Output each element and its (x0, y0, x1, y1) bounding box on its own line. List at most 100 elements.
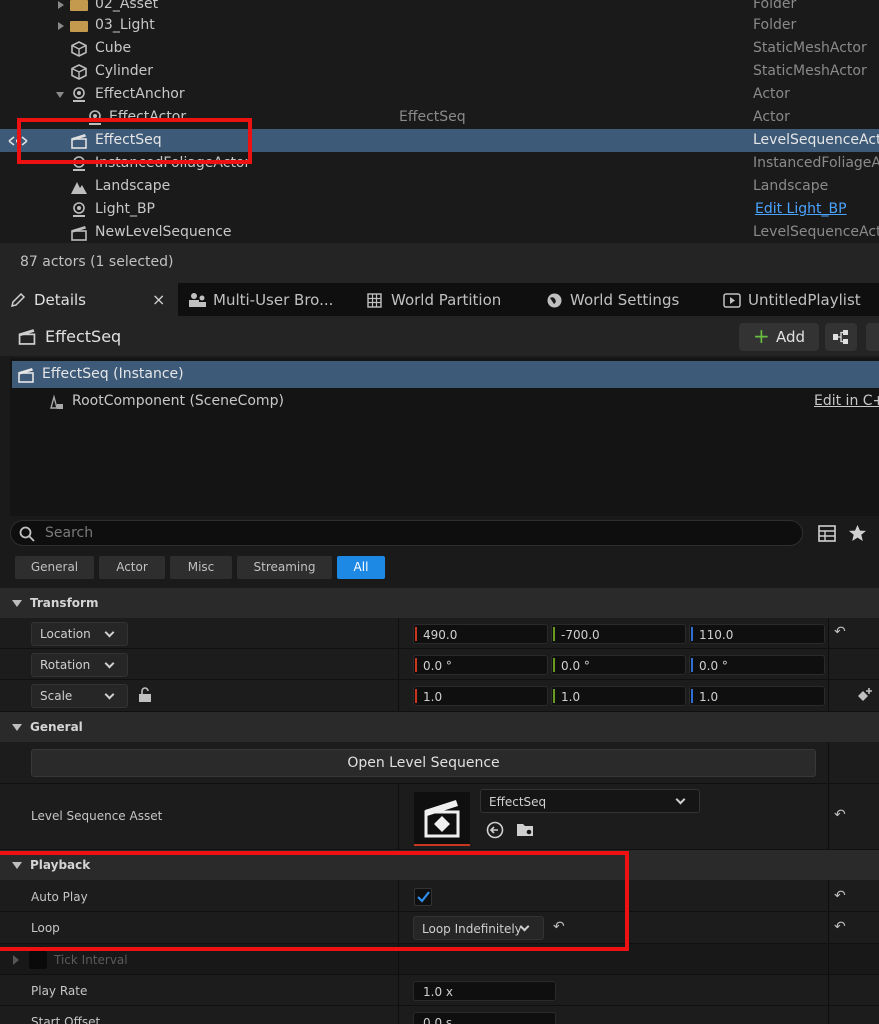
tab-label: Multi-User Bro... (213, 291, 334, 309)
plus-icon: + (753, 324, 770, 348)
reset-to-default-icon[interactable]: ↶ (834, 807, 846, 823)
rotation-row: Rotation 0.0 ° 0.0 ° 0.0 ° (0, 649, 879, 680)
expand-arrow-icon[interactable] (58, 22, 64, 30)
add-component-button[interactable]: + Add (739, 323, 819, 351)
dropdown-value: Scale (40, 689, 73, 703)
start-offset-row: Start Offset 0.0 s (0, 1006, 879, 1024)
outliner-row-landscape[interactable]: Landscape Landscape (0, 175, 879, 198)
grid-icon (367, 293, 382, 308)
scale-x-field[interactable]: 1.0 (413, 686, 548, 706)
playlist-icon (723, 293, 741, 308)
property-label: Play Rate (31, 984, 88, 998)
filter-all-button[interactable]: All (337, 556, 385, 579)
filter-actor-button[interactable]: Actor (99, 556, 165, 579)
collapse-arrow-icon (12, 600, 22, 607)
rotation-z-field[interactable]: 0.0 ° (689, 655, 825, 675)
details-search-input[interactable]: Search (10, 520, 803, 546)
general-section-header[interactable]: General (0, 712, 879, 742)
use-selected-icon[interactable] (486, 821, 504, 839)
expand-arrow-icon[interactable] (13, 955, 19, 965)
tick-interval-checkbox[interactable] (29, 951, 47, 969)
location-z-field[interactable]: 110.0 (689, 624, 825, 644)
outliner-item-attach-parent: EffectSeq (399, 109, 466, 125)
location-mode-dropdown[interactable]: Location (31, 622, 128, 646)
details-actor-header: EffectSeq + Add (0, 316, 879, 356)
scale-z-field[interactable]: 1.0 (689, 686, 825, 706)
dropdown-value: EffectSeq (489, 795, 547, 809)
browse-folder-icon[interactable] (516, 821, 536, 839)
scale-mode-dropdown[interactable]: Scale (31, 684, 128, 708)
location-y-field[interactable]: -700.0 (551, 624, 686, 644)
asset-picker-dropdown[interactable]: EffectSeq (480, 789, 700, 813)
scale-y-field[interactable]: 1.0 (551, 686, 686, 706)
collapse-arrow-icon (12, 724, 22, 731)
tab-untitled-playlist[interactable]: UntitledPlaylist (720, 283, 879, 316)
outliner-item-label: Cube (95, 40, 132, 56)
location-x-field[interactable]: 490.0 (413, 624, 548, 644)
blueprint-convert-button[interactable] (825, 323, 857, 351)
outliner-item-type: LevelSequenceActor (753, 224, 879, 240)
outliner-item-type: Actor (753, 86, 790, 102)
chevron-down-icon (104, 689, 115, 700)
level-sequence-asset-row: Level Sequence Asset EffectSeq ↶ (0, 784, 879, 850)
tab-details[interactable]: Details × (0, 283, 178, 316)
component-row-instance[interactable]: EffectSeq (Instance) (12, 361, 879, 388)
outliner-row-cylinder[interactable]: Cylinder StaticMeshActor (0, 60, 879, 83)
outliner-item-type: Landscape (753, 178, 829, 194)
collapse-arrow-icon[interactable] (56, 92, 64, 98)
filter-streaming-button[interactable]: Streaming (237, 556, 332, 579)
search-placeholder: Search (45, 525, 94, 541)
component-row-root[interactable]: RootComponent (SceneComp) Edit in C++ (12, 390, 879, 414)
outliner-row-effect-anchor[interactable]: EffectAnchor Actor (0, 83, 879, 106)
users-icon (189, 293, 206, 307)
component-tree: EffectSeq (Instance) RootComponent (Scen… (10, 358, 879, 516)
filter-general-button[interactable]: General (15, 556, 94, 579)
star-icon[interactable] (848, 524, 867, 542)
rotation-mode-dropdown[interactable]: Rotation (31, 653, 128, 677)
static-mesh-icon (71, 64, 87, 80)
outliner-item-label: NewLevelSequence (95, 224, 232, 240)
outliner-row-new-level-sequence[interactable]: NewLevelSequence LevelSequenceActor (0, 221, 879, 244)
outliner-item-type: StaticMeshActor (753, 40, 867, 56)
actor-name-label: EffectSeq (45, 327, 122, 346)
filter-misc-button[interactable]: Misc (170, 556, 232, 579)
location-row: Location 490.0 -700.0 110.0 ↶ (0, 618, 879, 649)
tab-world-settings[interactable]: World Settings (542, 283, 714, 316)
open-level-sequence-button[interactable]: Open Level Sequence (31, 749, 816, 777)
expand-arrow-icon[interactable] (58, 1, 64, 9)
add-label: Add (776, 328, 806, 346)
actor-icon (73, 87, 85, 102)
tab-world-partition[interactable]: World Partition (362, 283, 534, 316)
more-options-button[interactable] (866, 323, 879, 351)
start-offset-field[interactable]: 0.0 s (413, 1012, 556, 1024)
unlock-icon[interactable] (138, 687, 152, 703)
outliner-row-cube[interactable]: Cube StaticMeshActor (0, 37, 879, 60)
close-tab-icon[interactable]: × (152, 290, 165, 309)
outliner-item-type: Actor (753, 109, 790, 125)
outliner-row-light-bp[interactable]: Light_BP Edit Light_BP (0, 198, 879, 221)
outliner-item-label: 02_Asset (95, 0, 159, 12)
button-label: Open Level Sequence (347, 755, 500, 771)
add-key-icon[interactable] (856, 687, 874, 704)
edit-blueprint-link[interactable]: Edit Light_BP (755, 201, 847, 217)
outliner-row-03-light[interactable]: 03_Light Folder (0, 14, 879, 37)
reset-to-default-icon[interactable]: ↶ (834, 888, 846, 904)
open-sequence-row: Open Level Sequence (0, 742, 879, 784)
table-view-icon[interactable] (818, 525, 836, 542)
rotation-x-field[interactable]: 0.0 ° (413, 655, 548, 675)
play-rate-field[interactable]: 1.0 x (413, 981, 556, 1001)
outliner-item-label: Landscape (95, 178, 171, 194)
static-mesh-icon (71, 41, 87, 57)
tab-multi-user-browser[interactable]: Multi-User Bro... (183, 283, 355, 316)
transform-section-header[interactable]: Transform (0, 588, 879, 618)
folder-icon (70, 21, 88, 32)
section-title: General (30, 720, 83, 734)
dropdown-value: Location (40, 627, 91, 641)
edit-in-cpp-link[interactable]: Edit in C++ (814, 393, 879, 409)
reset-to-default-icon[interactable]: ↶ (834, 624, 846, 640)
rotation-y-field[interactable]: 0.0 ° (551, 655, 686, 675)
level-sequence-icon (18, 368, 34, 383)
reset-to-default-icon[interactable]: ↶ (834, 919, 846, 935)
asset-thumbnail[interactable] (414, 792, 470, 846)
folder-icon (70, 0, 88, 11)
